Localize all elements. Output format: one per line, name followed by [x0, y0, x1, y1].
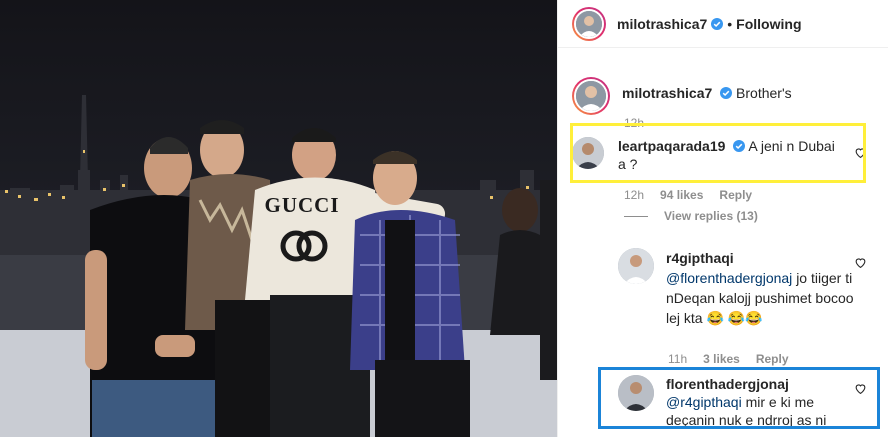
verified-icon [711, 17, 724, 30]
verified-icon [720, 87, 733, 99]
caption-body: Brother's [736, 85, 792, 101]
heart-icon[interactable] [854, 256, 867, 269]
post-photo[interactable]: GUCCI [0, 0, 557, 437]
separator-dot: • [727, 15, 733, 32]
caption-avatar[interactable] [572, 77, 610, 115]
reply-meta: 11h 3 likes Reply [668, 352, 789, 366]
caption-username[interactable]: milotrashica7 [622, 85, 712, 101]
view-replies-label: View replies (13) [664, 209, 758, 223]
caption-row: milotrashica7 Brother's [572, 77, 879, 115]
highlight-box-yellow [570, 123, 866, 183]
comment-reply-button[interactable]: Reply [719, 188, 752, 202]
following-button[interactable]: Following [736, 16, 801, 32]
reply-mention[interactable]: @florenthadergjonaj [666, 270, 792, 286]
caption-text: milotrashica7 Brother's [622, 84, 792, 115]
author-username[interactable]: milotrashica7 [617, 16, 707, 32]
reply-avatar[interactable] [618, 248, 654, 284]
reply-likes[interactable]: 3 likes [703, 352, 740, 366]
highlight-box-blue [598, 367, 880, 429]
reply-reply-button[interactable]: Reply [756, 352, 789, 366]
comment-time[interactable]: 12h [624, 188, 644, 202]
reply-text: r4gipthaqi @florenthadergjonaj jo tiiger… [666, 248, 856, 328]
post-header: milotrashica7 • Following [558, 0, 888, 48]
reply-row: r4gipthaqi @florenthadergjonaj jo tiiger… [618, 248, 879, 328]
comment-likes[interactable]: 94 likes [660, 188, 703, 202]
author-avatar[interactable] [572, 6, 606, 41]
divider-line [624, 215, 648, 217]
view-replies-button[interactable]: View replies (13) [624, 209, 758, 223]
photo-scene: GUCCI [0, 0, 557, 437]
reply-time[interactable]: 11h [668, 352, 687, 366]
gucci-text: GUCCI [264, 193, 339, 217]
reply-username[interactable]: r4gipthaqi [666, 250, 734, 266]
comment-meta: 12h 94 likes Reply [624, 188, 752, 202]
